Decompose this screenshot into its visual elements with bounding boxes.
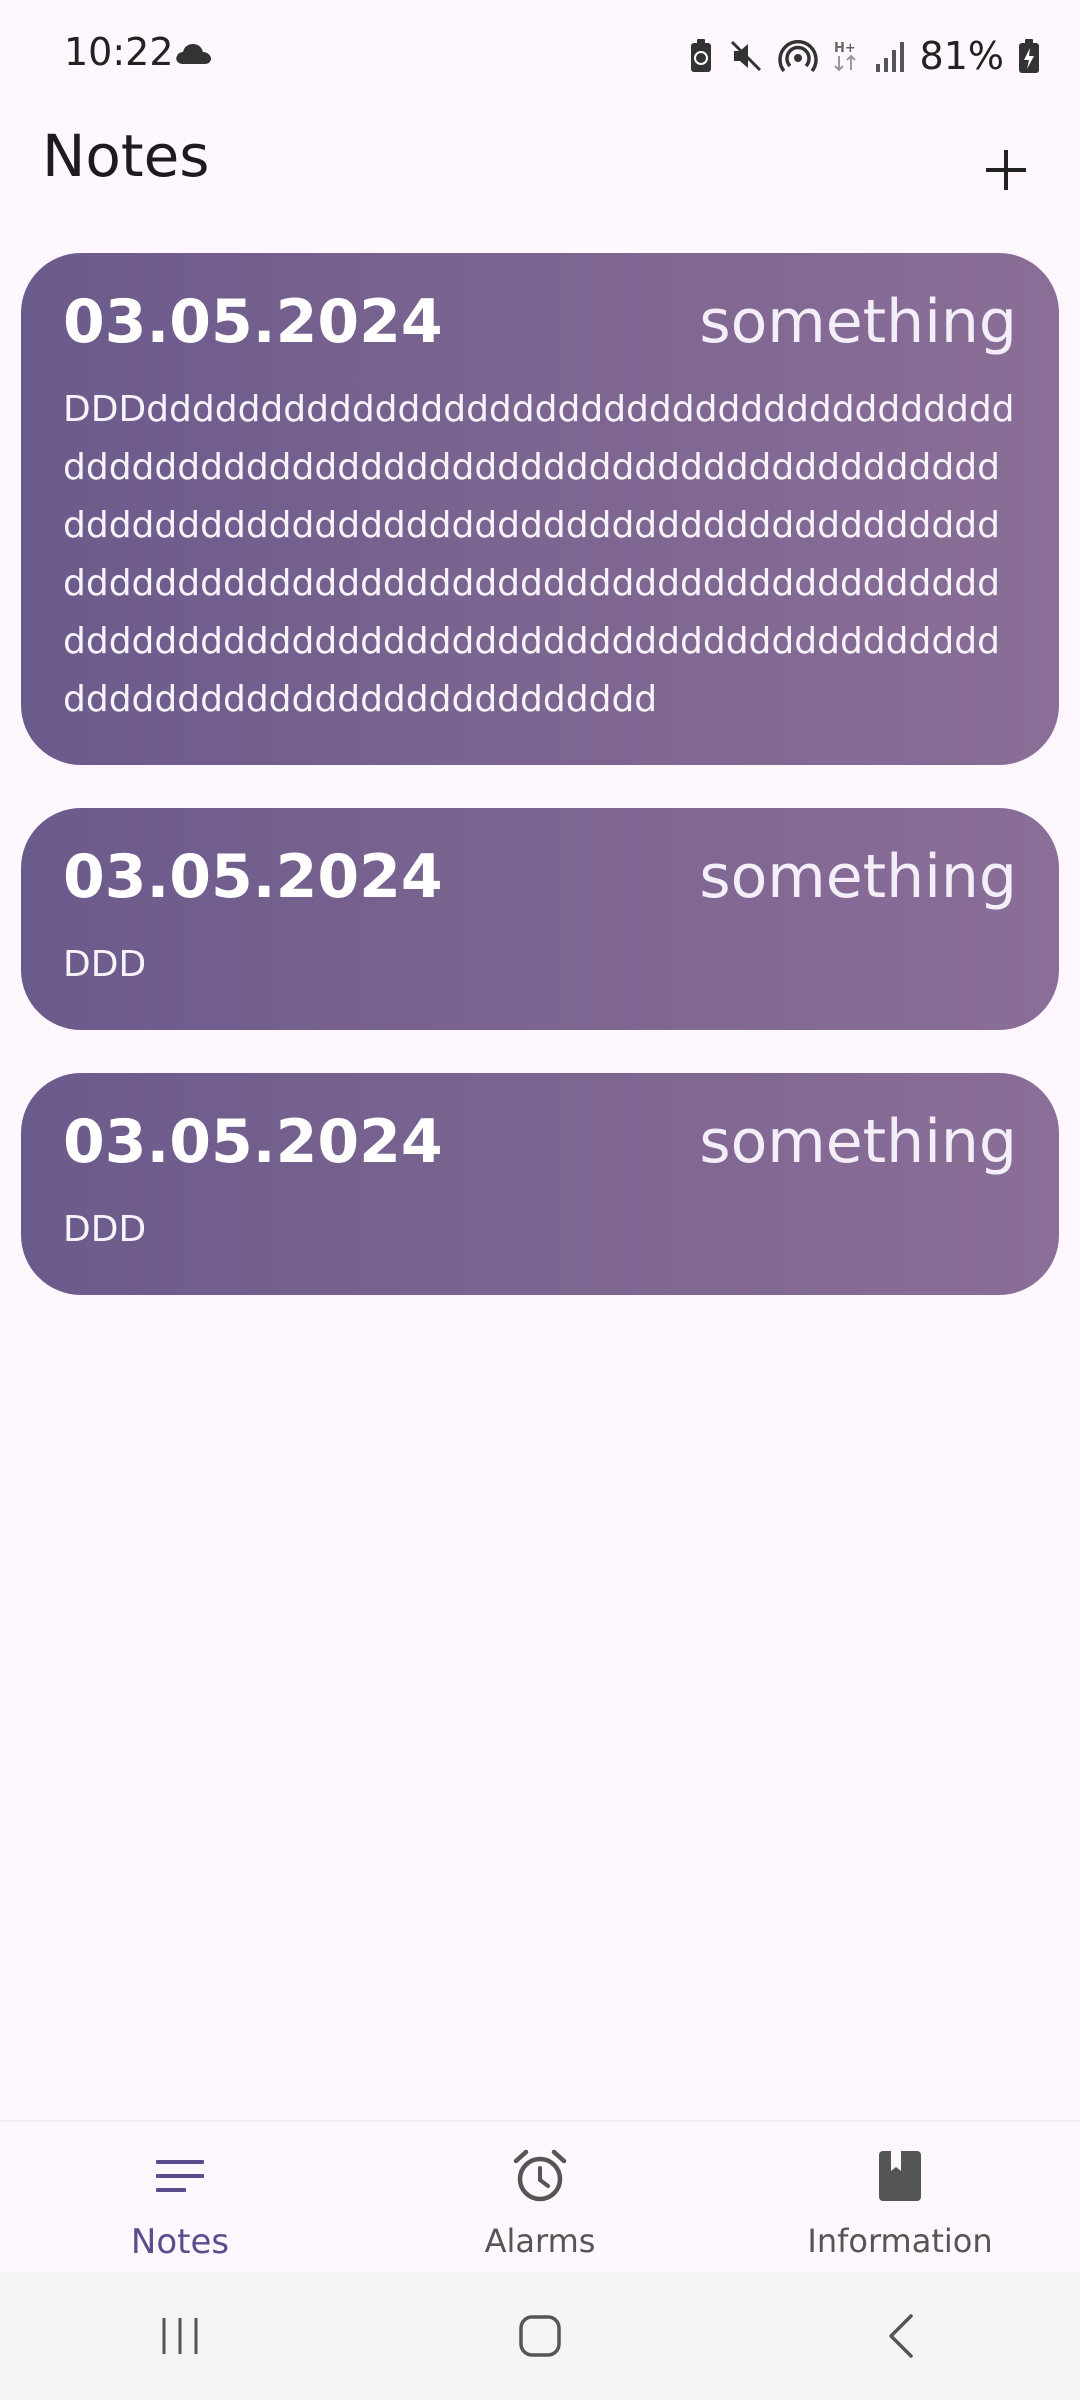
system-nav-bar [0, 2272, 1080, 2400]
note-date: 03.05.2024 [63, 1107, 443, 1177]
battery-charging-icon [1018, 38, 1040, 74]
svg-text:H+: H+ [834, 41, 856, 56]
book-icon [868, 2144, 932, 2208]
note-card[interactable]: 03.05.2024 something DDD [21, 808, 1059, 1030]
home-icon [519, 2315, 561, 2357]
note-body: DDD [63, 944, 147, 985]
recent-apps-icon [162, 2318, 198, 2354]
back-button[interactable] [840, 2286, 960, 2386]
nav-label-notes: Notes [130, 2222, 230, 2262]
screen: 10:22 H+ 81% Notes 03.05.2024 something … [0, 0, 1080, 2400]
app-bar: Notes [0, 112, 1080, 252]
bottom-nav: Notes Alarms Information [0, 2120, 1080, 2274]
note-tag: something [699, 842, 1017, 912]
nav-label-alarms: Alarms [484, 2222, 596, 2260]
status-bar: 10:22 H+ 81% [0, 0, 1080, 112]
note-body: DDD [63, 1209, 147, 1250]
note-card[interactable]: 03.05.2024 something DDD [21, 1073, 1059, 1295]
status-time: 10:22 [64, 30, 174, 74]
note-tag: something [699, 287, 1017, 357]
back-icon [889, 2314, 913, 2358]
notes-icon [148, 2144, 212, 2208]
note-date: 03.05.2024 [63, 842, 443, 912]
nav-label-information: Information [807, 2222, 993, 2260]
note-header: 03.05.2024 something [63, 287, 1017, 357]
add-note-button[interactable] [956, 120, 1056, 220]
note-card[interactable]: 03.05.2024 something DDDdddddddddddddddd… [21, 253, 1059, 765]
signal-icon [874, 38, 906, 74]
mute-icon [728, 38, 764, 74]
note-body: DDDddddddddddddddddddddddddddddddddddddd… [63, 389, 1015, 720]
home-button[interactable] [480, 2286, 600, 2386]
battery-saver-icon [688, 38, 714, 74]
status-icons: H+ 81% [688, 30, 1040, 82]
note-tag: something [699, 1107, 1017, 1177]
recent-apps-button[interactable] [120, 2286, 240, 2386]
battery-percent: 81% [919, 34, 1004, 78]
nav-item-information[interactable]: Information [720, 2122, 1080, 2274]
alarm-icon [508, 2144, 572, 2208]
hotspot-icon [777, 38, 818, 74]
nav-item-alarms[interactable]: Alarms [360, 2122, 720, 2274]
nav-item-notes[interactable]: Notes [0, 2122, 360, 2274]
network-hplus-icon: H+ [832, 38, 860, 74]
plus-icon [986, 150, 1026, 190]
note-date: 03.05.2024 [63, 287, 443, 357]
page-title: Notes [42, 122, 210, 190]
note-header: 03.05.2024 something [63, 1107, 1017, 1177]
notes-list: 03.05.2024 something DDDdddddddddddddddd… [21, 253, 1059, 1338]
cloud-icon [174, 42, 212, 66]
note-header: 03.05.2024 something [63, 842, 1017, 912]
